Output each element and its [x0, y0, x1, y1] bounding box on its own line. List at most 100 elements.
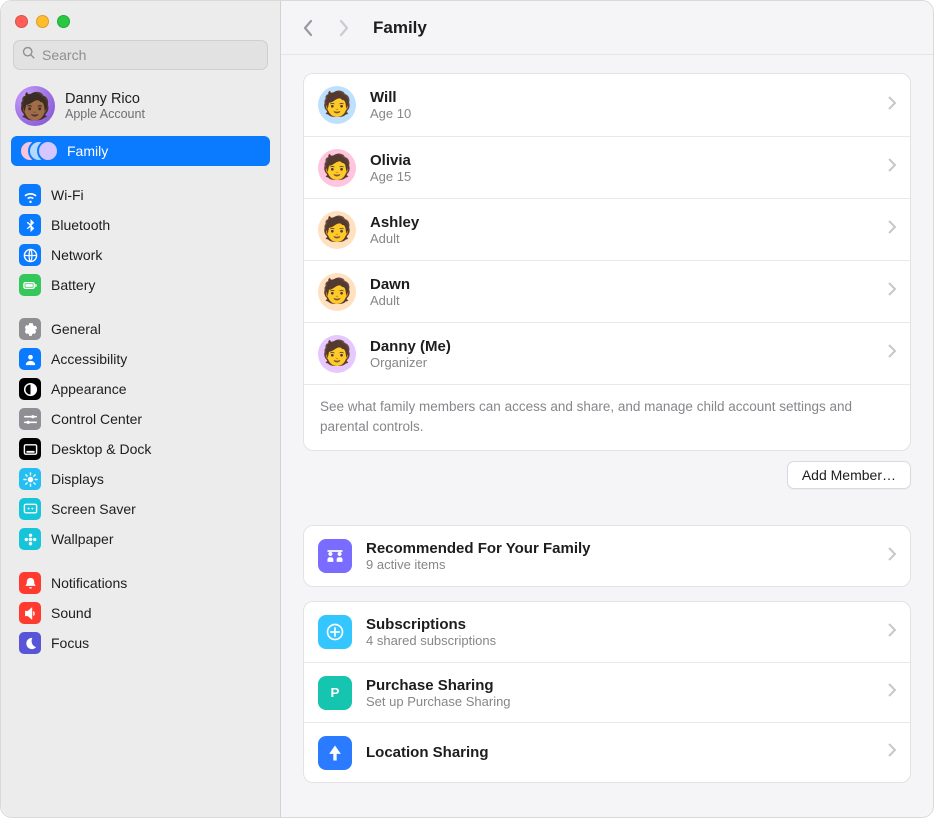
search-field[interactable]	[13, 40, 268, 70]
member-sub: Adult	[370, 231, 874, 246]
p-icon	[318, 676, 352, 710]
sidebar-item-control-center[interactable]: Control Center	[11, 404, 270, 434]
window-controls	[1, 11, 280, 40]
sidebar-item-label: Screen Saver	[51, 501, 136, 517]
feature-title: Purchase Sharing	[366, 677, 874, 694]
member-avatar: 🧑	[318, 211, 356, 249]
search-input[interactable]	[42, 47, 259, 63]
sidebar-item-desktop-dock[interactable]: Desktop & Dock	[11, 434, 270, 464]
sliders-icon	[19, 408, 41, 430]
member-name: Olivia	[370, 152, 874, 169]
battery-icon	[19, 274, 41, 296]
sidebar-item-label: Desktop & Dock	[51, 441, 151, 457]
back-button[interactable]	[299, 19, 317, 37]
sidebar-item-label: Network	[51, 247, 102, 263]
family-group-icon	[318, 539, 352, 573]
member-name: Will	[370, 89, 874, 106]
sidebar-item-displays[interactable]: Displays	[11, 464, 270, 494]
bell-icon	[19, 572, 41, 594]
sidebar-item-notifications[interactable]: Notifications	[11, 568, 270, 598]
arrow-icon	[318, 736, 352, 770]
sharing-features-card: Subscriptions4 shared subscriptionsPurch…	[303, 601, 911, 783]
sidebar-item-bluetooth[interactable]: Bluetooth	[11, 210, 270, 240]
sidebar-item-label: Appearance	[51, 381, 127, 397]
sun-icon	[19, 468, 41, 490]
minimize-window-button[interactable]	[36, 15, 49, 28]
feature-sub: 4 shared subscriptions	[366, 633, 874, 648]
family-members-card: 🧑 WillAge 10 🧑 OliviaAge 15 🧑 AshleyAdult 🧑 Daw…	[303, 73, 911, 451]
moon-icon	[19, 632, 41, 654]
sidebar-item-label: Wallpaper	[51, 531, 114, 547]
feature-row-subscriptions[interactable]: Subscriptions4 shared subscriptions	[304, 602, 910, 662]
recommended-row[interactable]: Recommended For Your Family 9 active ite…	[304, 526, 910, 586]
chevron-right-icon	[888, 547, 896, 566]
chevron-right-icon	[888, 158, 896, 177]
family-avatar-stack-icon	[19, 140, 57, 162]
chevron-right-icon	[888, 282, 896, 301]
sidebar-item-label: Battery	[51, 277, 95, 293]
bluetooth-icon	[19, 214, 41, 236]
page-title: Family	[373, 18, 427, 38]
chevron-right-icon	[888, 96, 896, 115]
sidebar-item-label: Notifications	[51, 575, 127, 591]
sidebar-item-general[interactable]: General	[11, 314, 270, 344]
feature-row-location-sharing[interactable]: Location Sharing	[304, 722, 910, 782]
family-member-row[interactable]: 🧑 AshleyAdult	[304, 198, 910, 260]
zoom-window-button[interactable]	[57, 15, 70, 28]
plus-circle-icon	[318, 615, 352, 649]
member-avatar: 🧑	[318, 86, 356, 124]
forward-button[interactable]	[335, 19, 353, 37]
sidebar-item-label: Displays	[51, 471, 104, 487]
member-sub: Age 10	[370, 106, 874, 121]
member-avatar: 🧑	[318, 149, 356, 187]
sidebar-item-focus[interactable]: Focus	[11, 628, 270, 658]
sidebar: 🧑🏾 Danny Rico Apple Account Family Wi-Fi…	[1, 1, 281, 817]
dock-icon	[19, 438, 41, 460]
sidebar-item-label: Family	[67, 143, 108, 159]
sidebar-item-label: Sound	[51, 605, 91, 621]
sidebar-item-battery[interactable]: Battery	[11, 270, 270, 300]
family-member-row[interactable]: 🧑Danny (Me)Organizer	[304, 322, 910, 384]
sidebar-item-sound[interactable]: Sound	[11, 598, 270, 628]
recommended-title: Recommended For Your Family	[366, 540, 874, 557]
sidebar-item-network[interactable]: Network	[11, 240, 270, 270]
content-scroll[interactable]: 🧑 WillAge 10 🧑 OliviaAge 15 🧑 AshleyAdult 🧑 Daw…	[281, 55, 933, 805]
main-header: Family	[281, 1, 933, 55]
sidebar-item-label: Accessibility	[51, 351, 127, 367]
add-member-button[interactable]: Add Member…	[787, 461, 911, 489]
family-member-row[interactable]: 🧑 OliviaAge 15	[304, 136, 910, 198]
feature-row-purchase-sharing[interactable]: Purchase SharingSet up Purchase Sharing	[304, 662, 910, 722]
chevron-right-icon	[888, 220, 896, 239]
sidebar-item-label: Wi-Fi	[51, 187, 84, 203]
member-avatar: 🧑	[318, 273, 356, 311]
close-window-button[interactable]	[15, 15, 28, 28]
sidebar-item-label: General	[51, 321, 101, 337]
family-member-row[interactable]: 🧑 WillAge 10	[304, 74, 910, 136]
member-name: Dawn	[370, 276, 874, 293]
sidebar-item-label: Control Center	[51, 411, 142, 427]
sidebar-item-appearance[interactable]: Appearance	[11, 374, 270, 404]
account-avatar: 🧑🏾	[15, 86, 55, 126]
sidebar-item-wi-fi[interactable]: Wi-Fi	[11, 180, 270, 210]
chevron-right-icon	[888, 743, 896, 762]
member-name: Danny (Me)	[370, 338, 874, 355]
member-sub: Age 15	[370, 169, 874, 184]
apple-account-row[interactable]: 🧑🏾 Danny Rico Apple Account	[1, 80, 280, 136]
family-member-row[interactable]: 🧑DawnAdult	[304, 260, 910, 322]
settings-window: 🧑🏾 Danny Rico Apple Account Family Wi-Fi…	[1, 1, 933, 817]
half-icon	[19, 378, 41, 400]
flower-icon	[19, 528, 41, 550]
sidebar-nav: Family Wi-Fi Bluetooth Network Battery Gener…	[1, 136, 280, 817]
sidebar-item-label: Focus	[51, 635, 89, 651]
chevron-right-icon	[888, 683, 896, 702]
member-name: Ashley	[370, 214, 874, 231]
main-pane: Family 🧑WillAge 10🧑OliviaAge 15🧑AshleyAd…	[281, 1, 933, 817]
sidebar-item-family[interactable]: Family	[11, 136, 270, 166]
sidebar-item-accessibility[interactable]: Accessibility	[11, 344, 270, 374]
wifi-icon	[19, 184, 41, 206]
feature-title: Location Sharing	[366, 744, 874, 761]
search-icon	[22, 46, 42, 65]
sidebar-item-wallpaper[interactable]: Wallpaper	[11, 524, 270, 554]
sidebar-item-screen-saver[interactable]: Screen Saver	[11, 494, 270, 524]
feature-sub: Set up Purchase Sharing	[366, 694, 874, 709]
